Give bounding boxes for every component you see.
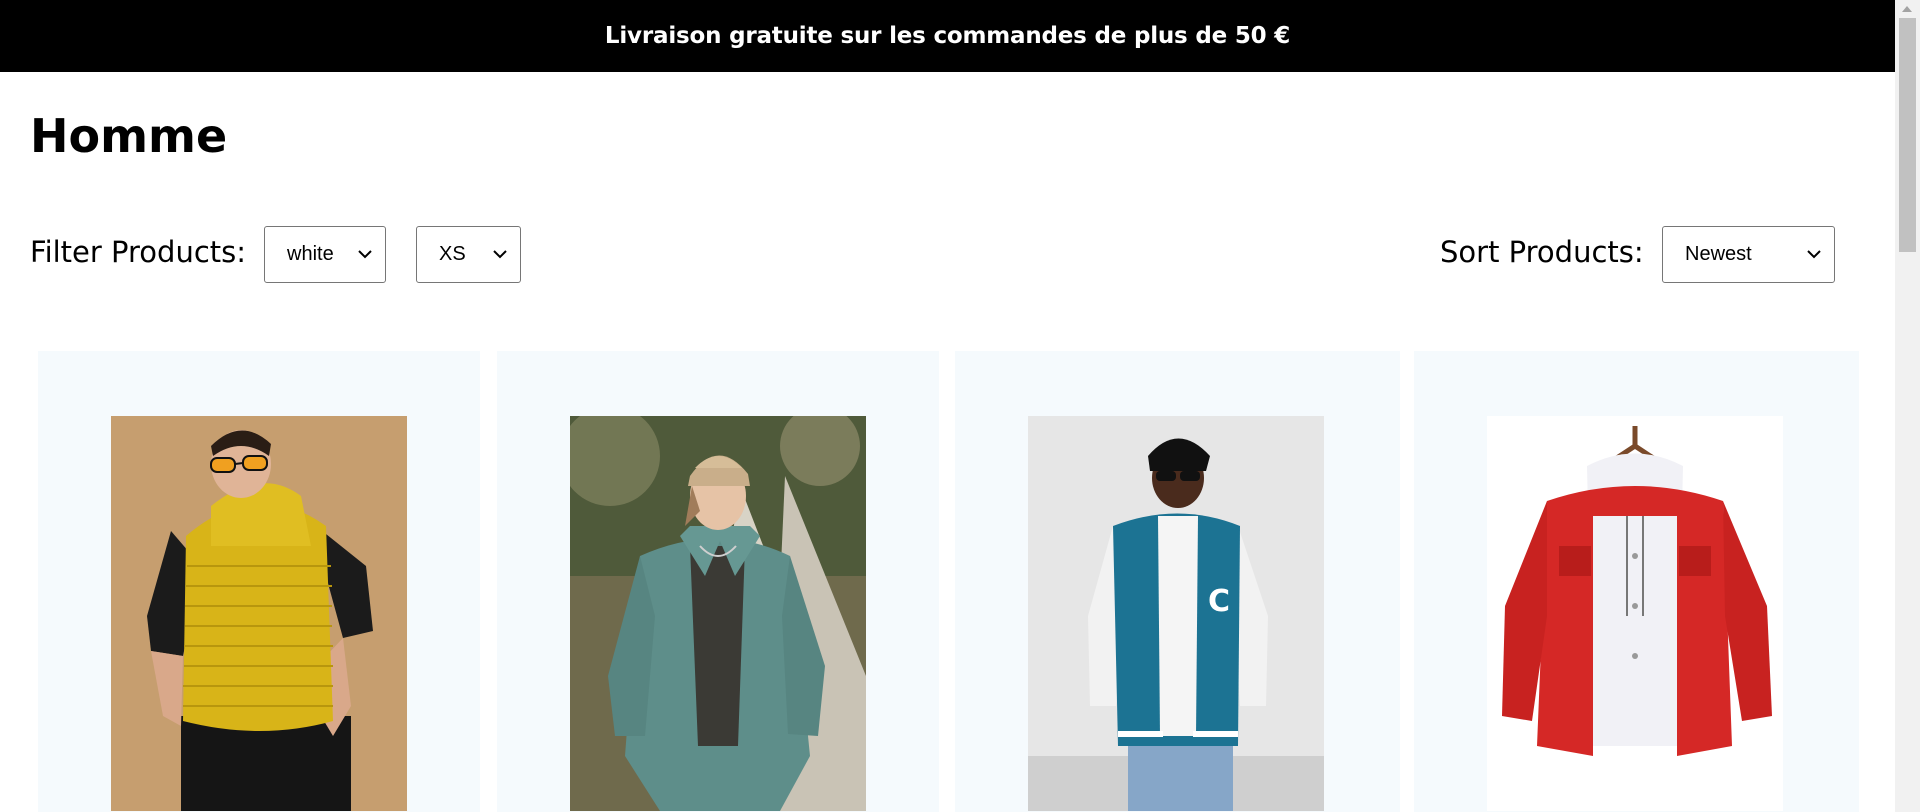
product-card[interactable]: C	[955, 351, 1400, 812]
scroll-thumb[interactable]	[1899, 18, 1916, 252]
color-filter-value: white	[287, 243, 334, 265]
product-card[interactable]	[38, 351, 480, 812]
filter-label: Filter Products:	[30, 235, 247, 269]
product-photo-yellow-vest[interactable]	[111, 416, 407, 811]
svg-text:C: C	[1208, 584, 1230, 619]
sort-select[interactable]: Newest	[1662, 226, 1835, 283]
page-title: Homme	[30, 109, 228, 163]
chevron-down-icon	[493, 249, 507, 258]
product-card[interactable]	[1414, 351, 1859, 812]
product-card[interactable]	[497, 351, 939, 812]
size-filter-select[interactable]: XS	[416, 226, 521, 283]
announcement-bar: Livraison gratuite sur les commandes de …	[0, 0, 1895, 72]
page-scrollbar[interactable]	[1895, 0, 1920, 812]
scroll-up-arrow-icon[interactable]	[1902, 6, 1912, 12]
chevron-down-icon	[1807, 249, 1821, 258]
product-photo-varsity-jacket[interactable]: C	[1028, 416, 1324, 811]
sort-label: Sort Products:	[1440, 235, 1644, 269]
product-photo-teal-jacket[interactable]	[570, 416, 866, 811]
color-filter-select[interactable]: white	[264, 226, 386, 283]
announcement-text: Livraison gratuite sur les commandes de …	[604, 23, 1291, 49]
size-filter-value: XS	[439, 243, 466, 265]
sort-value: Newest	[1685, 243, 1752, 265]
product-photo-red-jacket[interactable]	[1487, 416, 1783, 811]
chevron-down-icon	[358, 249, 372, 258]
